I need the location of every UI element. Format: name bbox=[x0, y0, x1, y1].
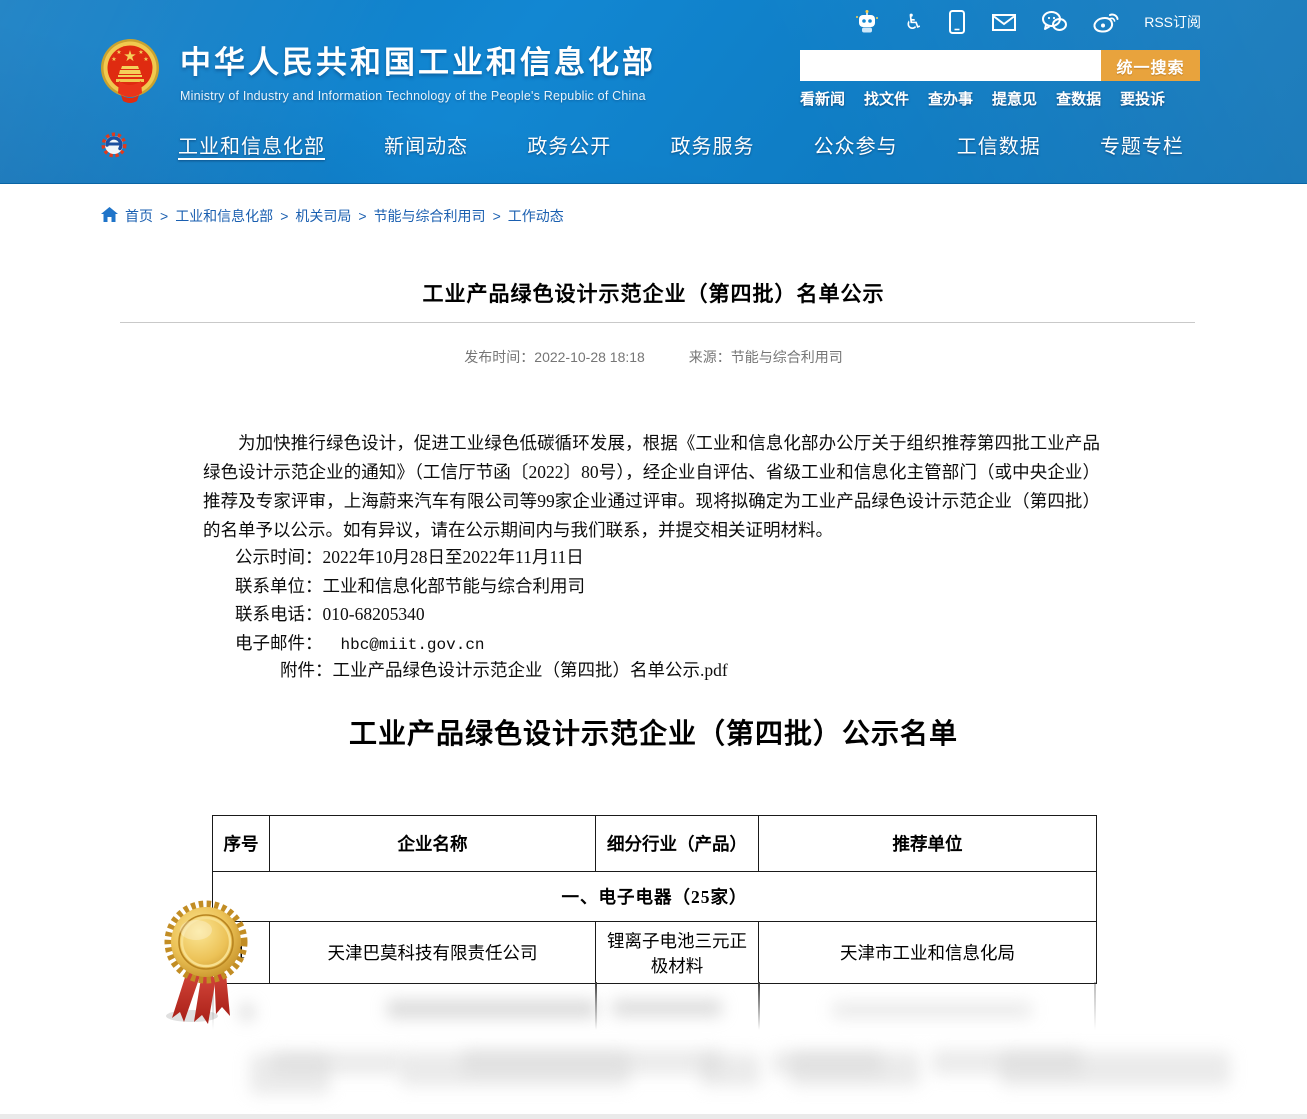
svg-text:★: ★ bbox=[138, 49, 143, 56]
unified-search: 统一搜索 bbox=[800, 50, 1200, 81]
home-icon[interactable] bbox=[101, 207, 118, 226]
breadcrumb-item-miit[interactable]: 工业和信息化部 bbox=[175, 206, 273, 226]
search-input[interactable] bbox=[800, 50, 1101, 81]
page-bottom-strip bbox=[0, 1114, 1307, 1119]
svg-text:★: ★ bbox=[143, 56, 148, 63]
contact-phone: 联系电话：010-68205340 bbox=[235, 600, 585, 629]
publish-time: 发布时间：2022-10-28 18:18 bbox=[464, 349, 645, 365]
nav-items: 工业和信息化部 新闻动态 政务公开 政务服务 公众参与 工信数据 专题专栏 bbox=[178, 119, 1184, 169]
contact-email-label: 电子邮件： bbox=[235, 633, 323, 653]
cell-recommender: 天津市工业和信息化局 bbox=[759, 922, 1097, 984]
cell-industry: 锂离子电池三元正极材料 bbox=[596, 922, 759, 984]
table-header-row: 序号 企业名称 细分行业（产品） 推荐单位 bbox=[213, 816, 1097, 872]
contact-block: 公示时间：2022年10月28日至2022年11月11日 联系单位：工业和信息化… bbox=[235, 543, 585, 659]
breadcrumb: 首页 > 工业和信息化部 > 机关司局 > 节能与综合利用司 > 工作动态 bbox=[101, 206, 564, 226]
nav-item-topics[interactable]: 专题专栏 bbox=[1100, 130, 1184, 159]
page-root: ♿ bbox=[0, 0, 1307, 1119]
cell-company: 天津巴莫科技有限责任公司 bbox=[270, 922, 596, 984]
weibo-icon[interactable] bbox=[1092, 10, 1120, 34]
nav-item-gov-open[interactable]: 政务公开 bbox=[527, 130, 611, 159]
site-title-en: Ministry of Industry and Information Tec… bbox=[180, 89, 656, 103]
quick-link-news[interactable]: 看新闻 bbox=[800, 88, 845, 109]
site-title-cn: 中华人民共和国工业和信息化部 bbox=[180, 37, 656, 82]
breadcrumb-item-bureaus[interactable]: 机关司局 bbox=[295, 206, 351, 226]
article-paragraph: 为加快推行绿色设计，促进工业绿色低碳循环发展，根据《工业和信息化部办公厅关于组织… bbox=[203, 429, 1100, 545]
nav-item-participation[interactable]: 公众参与 bbox=[814, 130, 898, 159]
svg-text:★: ★ bbox=[111, 56, 116, 63]
col-header-no: 序号 bbox=[213, 816, 270, 872]
blurred-table-continuation bbox=[212, 982, 1096, 1112]
attachment-pdf-link[interactable]: 附件：工业产品绿色设计示范企业（第四批）名单公示.pdf bbox=[280, 657, 728, 682]
article-source: 来源：节能与综合利用司 bbox=[689, 349, 843, 365]
col-header-recommender: 推荐单位 bbox=[759, 816, 1097, 872]
col-header-industry: 细分行业（产品） bbox=[596, 816, 759, 872]
utility-icon-row: ♿ bbox=[854, 7, 1201, 37]
contact-email-value: hbc@miit.gov.cn bbox=[341, 636, 485, 654]
robot-mascot-icon[interactable] bbox=[854, 9, 880, 35]
national-emblem-logo: ★ ★ ★ ★ ★ bbox=[99, 37, 162, 108]
brand-text: 中华人民共和国工业和信息化部 Ministry of Industry and … bbox=[180, 37, 656, 103]
quick-link-complaint[interactable]: 要投诉 bbox=[1120, 88, 1165, 109]
mobile-phone-icon[interactable] bbox=[947, 9, 967, 35]
wheelchair-accessibility-icon[interactable]: ♿ bbox=[904, 12, 923, 33]
quick-links-row: 看新闻 找文件 查办事 提意见 查数据 要投诉 bbox=[800, 88, 1165, 109]
rss-subscribe-link[interactable]: RSS订阅 bbox=[1144, 12, 1201, 32]
breadcrumb-separator: > bbox=[493, 208, 501, 224]
article-meta: 发布时间：2022-10-28 18:18 来源：节能与综合利用司 bbox=[0, 347, 1307, 367]
quick-link-services[interactable]: 查办事 bbox=[928, 88, 973, 109]
title-divider bbox=[120, 322, 1195, 323]
primary-nav: 工业和信息化部 新闻动态 政务公开 政务服务 公众参与 工信数据 专题专栏 bbox=[0, 119, 1307, 169]
wechat-icon[interactable] bbox=[1041, 10, 1068, 34]
category-label: 一、电子电器（25家） bbox=[213, 872, 1097, 922]
svg-text:★: ★ bbox=[116, 49, 121, 56]
nav-item-miit[interactable]: 工业和信息化部 bbox=[178, 130, 325, 159]
award-medal-icon bbox=[158, 890, 254, 1032]
table-row: 1 天津巴莫科技有限责任公司 锂离子电池三元正极材料 天津市工业和信息化局 bbox=[213, 922, 1097, 984]
publicity-period: 公示时间：2022年10月28日至2022年11月11日 bbox=[235, 543, 585, 572]
quick-link-feedback[interactable]: 提意见 bbox=[992, 88, 1037, 109]
nav-item-news[interactable]: 新闻动态 bbox=[384, 130, 468, 159]
breadcrumb-home[interactable]: 首页 bbox=[125, 206, 153, 226]
site-header: ♿ bbox=[0, 0, 1307, 184]
svg-text:★: ★ bbox=[123, 47, 136, 65]
search-button[interactable]: 统一搜索 bbox=[1101, 50, 1200, 81]
breadcrumb-item-energy-dept[interactable]: 节能与综合利用司 bbox=[374, 206, 486, 226]
breadcrumb-separator: > bbox=[358, 208, 366, 224]
article-title: 工业产品绿色设计示范企业（第四批）名单公示 bbox=[0, 278, 1307, 308]
contact-email-line: 电子邮件： hbc@miit.gov.cn bbox=[235, 629, 585, 660]
blurred-bottom-rows bbox=[130, 1048, 1250, 1114]
nav-item-data[interactable]: 工信数据 bbox=[957, 130, 1041, 159]
contact-unit: 联系单位：工业和信息化部节能与综合利用司 bbox=[235, 572, 585, 601]
breadcrumb-separator: > bbox=[160, 208, 168, 224]
quick-link-files[interactable]: 找文件 bbox=[864, 88, 909, 109]
breadcrumb-item-work-news[interactable]: 工作动态 bbox=[508, 206, 564, 226]
list-heading: 工业产品绿色设计示范企业（第四批）公示名单 bbox=[0, 712, 1307, 752]
site-brand: ★ ★ ★ ★ ★ 中华人民共和国工业和信息化部 Ministry of Ind… bbox=[99, 37, 656, 108]
quick-link-data[interactable]: 查数据 bbox=[1056, 88, 1101, 109]
breadcrumb-separator: > bbox=[280, 208, 288, 224]
category-row: 一、电子电器（25家） bbox=[213, 872, 1097, 922]
miit-gear-e-icon bbox=[100, 130, 130, 160]
col-header-company: 企业名称 bbox=[270, 816, 596, 872]
nav-item-gov-services[interactable]: 政务服务 bbox=[670, 130, 754, 159]
enterprise-table: 序号 企业名称 细分行业（产品） 推荐单位 一、电子电器（25家） 1 天津巴莫… bbox=[212, 815, 1097, 984]
mail-envelope-icon[interactable] bbox=[991, 11, 1017, 33]
